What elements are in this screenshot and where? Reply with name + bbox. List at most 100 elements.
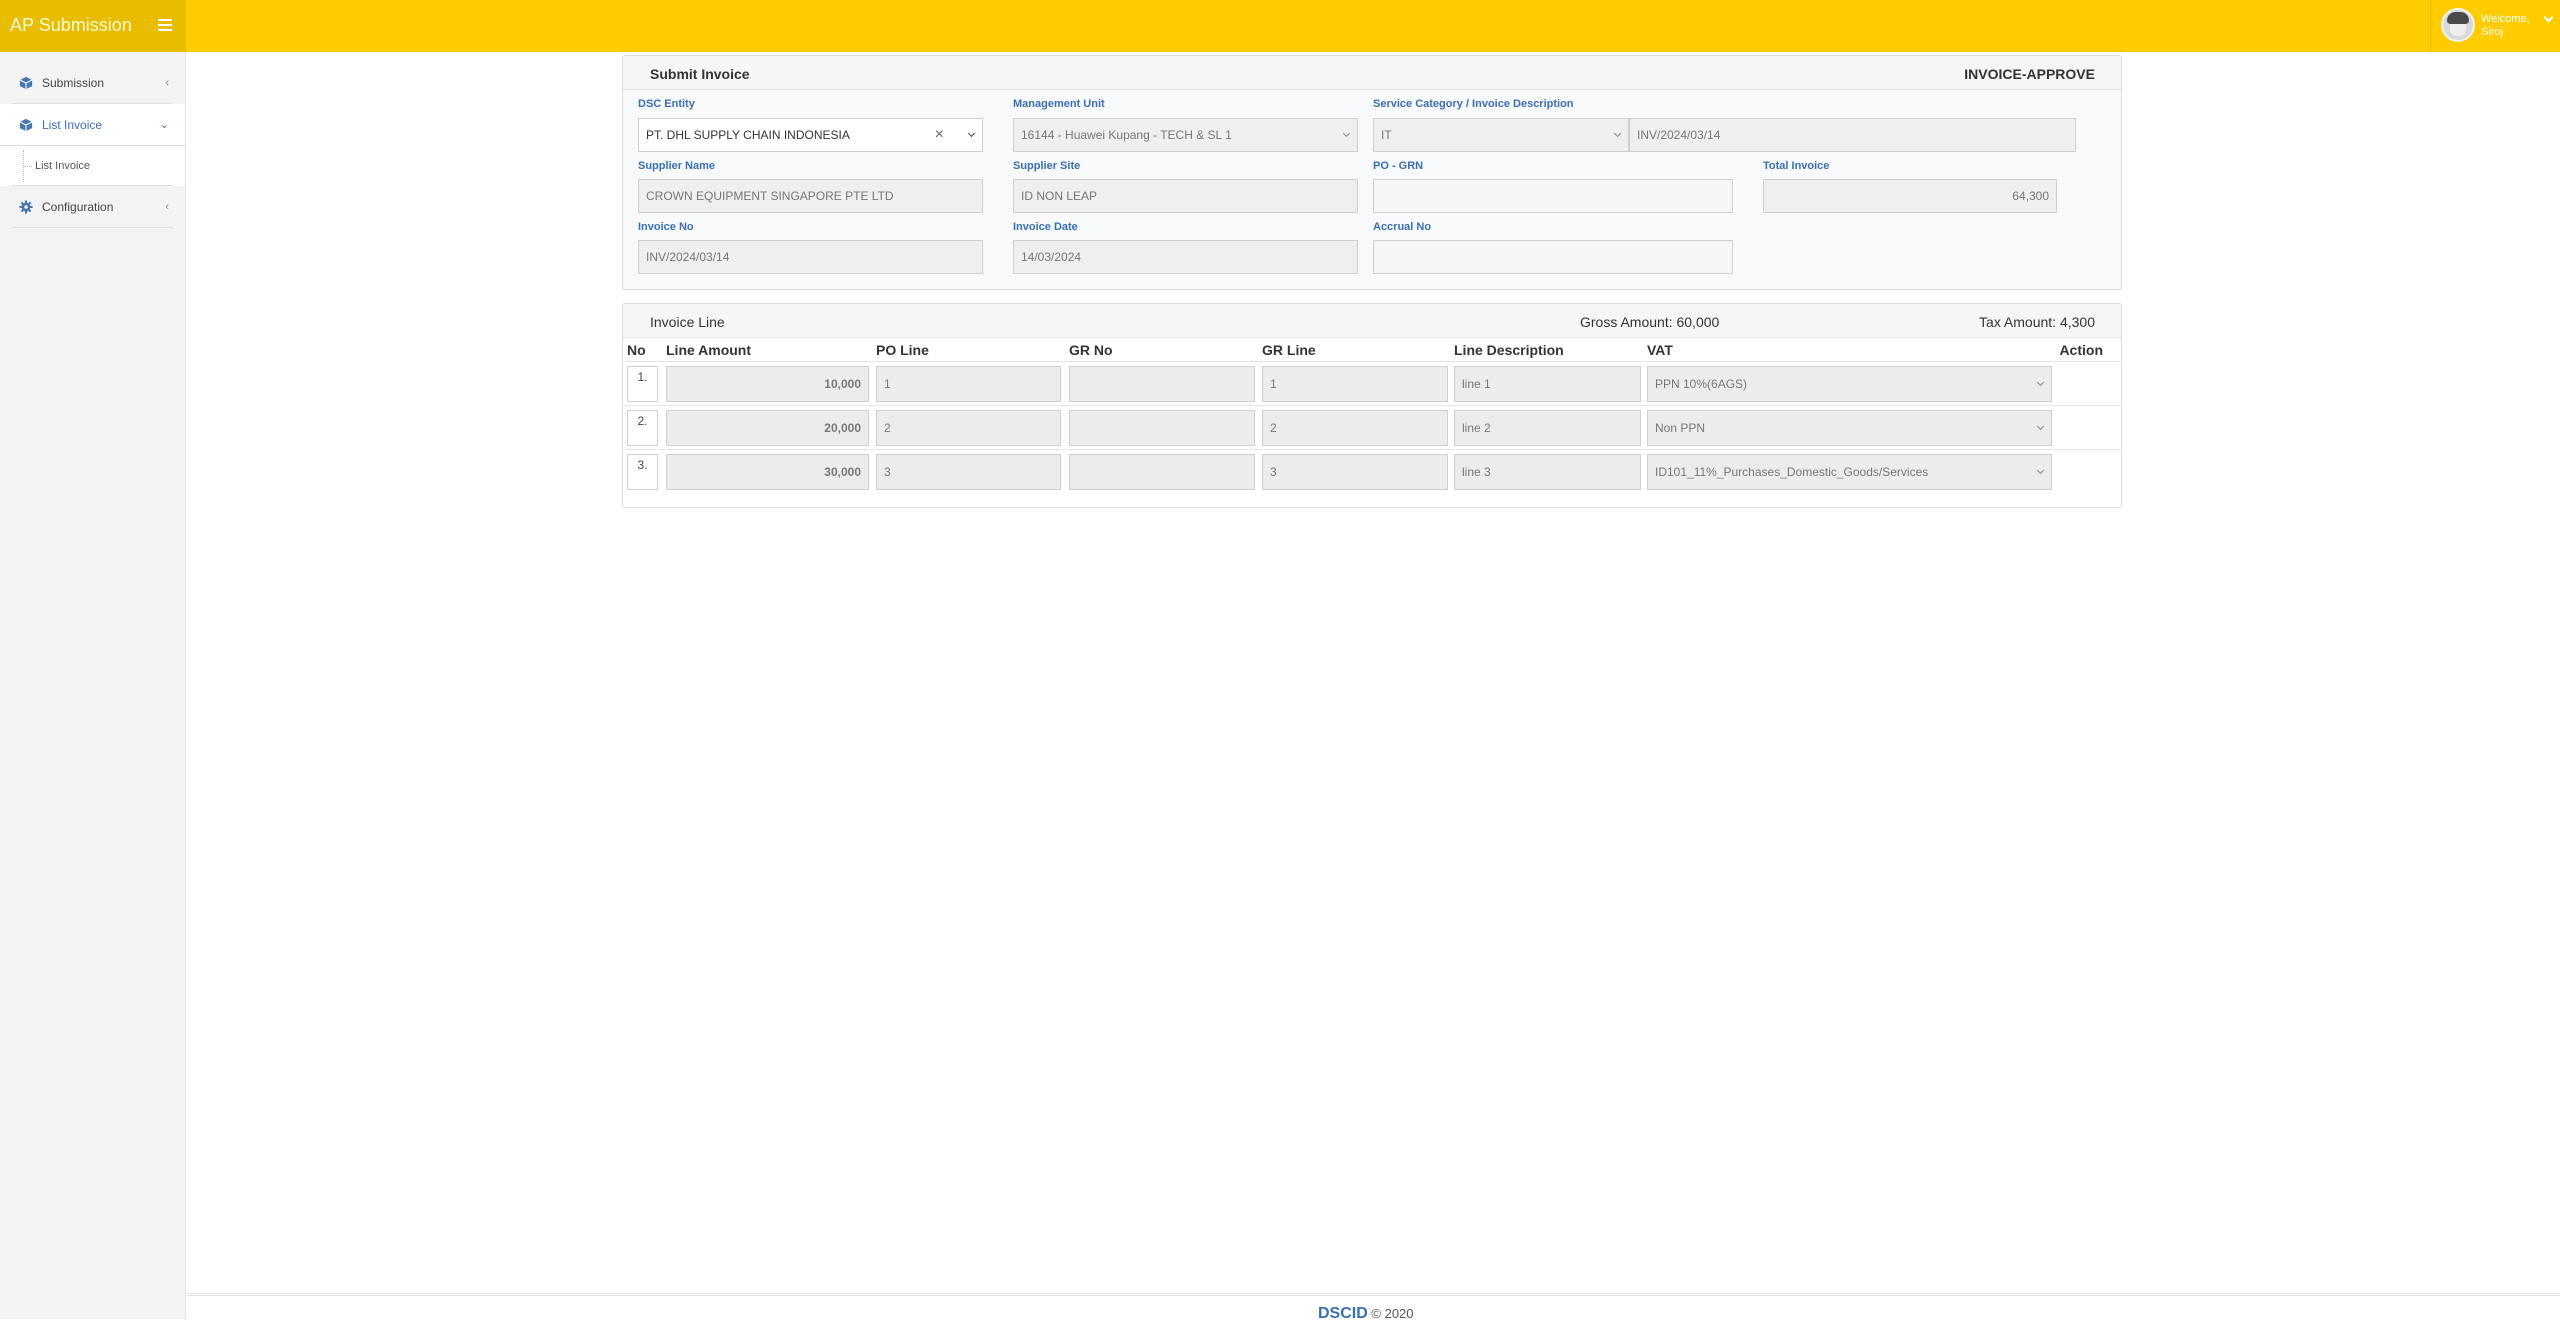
sidebar-subitem-label: List Invoice [35,160,91,172]
dsc-entity-label: DSC Entity [638,98,695,110]
hamburger-icon[interactable] [158,19,172,31]
sidebar-item-label: Configuration [42,200,114,214]
sidebar-item-label: List Invoice [42,118,103,132]
sidebar-item-submission[interactable]: Submission ‹ [0,62,185,104]
chevron-down-icon [2036,466,2045,475]
line-description-input[interactable]: line 1 [1454,366,1641,402]
sidebar-subitem-list-invoice[interactable]: List Invoice [0,146,185,186]
user-welcome: Welcome, Siroj [2481,13,2530,39]
po-line-input[interactable]: 2 [876,410,1061,446]
invoice-date-input[interactable]: 14/03/2024 [1013,240,1358,274]
vat-value: ID101_11%_Purchases_Domestic_Goods/Servi… [1655,465,1929,479]
welcome-text: Welcome, [2481,13,2530,25]
user-avatar-icon [2441,8,2475,42]
vat-select[interactable]: ID101_11%_Purchases_Domestic_Goods/Servi… [1647,454,2052,490]
gr-line-input[interactable]: 3 [1262,454,1448,490]
po-grn-label: PO - GRN [1373,160,1424,172]
dsc-entity-select[interactable]: PT. DHL SUPPLY CHAIN INDONESIA × [638,118,983,152]
po-line-input[interactable]: 3 [876,454,1061,490]
panel-header: Submit Invoice INVOICE-APPROVE [623,56,2121,90]
user-name: Siroj [2481,26,2504,38]
clear-icon[interactable]: × [935,119,944,151]
supplier-site-value: ID NON LEAP [1021,189,1098,203]
accrual-no-label: Accrual No [1373,221,1432,233]
supplier-site-label: Supplier Site [1013,160,1081,172]
footer-divider [187,1293,2560,1296]
service-category-label: Service Category / Invoice Description [1373,98,1574,110]
column-header-action: Action [2059,342,2103,358]
invoice-date-value: 14/03/2024 [1021,250,1082,264]
management-unit-value: 16144 - Huawei Kupang - TECH & SL 1 [1021,128,1232,142]
sidebar-item-label: Submission [42,76,105,90]
total-invoice-input[interactable]: 64,300 [1763,179,2057,213]
po-line-input[interactable]: 1 [876,366,1061,402]
table-row: 2. 20,000 2 2 line 2 Non PPN [623,406,2121,450]
table-row: 3. 30,000 3 3 line 3 ID101_11%_Purchases… [623,450,2121,494]
invoice-line-table: No Line Amount PO Line GR No GR Line Lin… [623,338,2121,504]
service-category-value: IT [1381,128,1392,142]
service-category-select[interactable]: IT [1373,118,1629,152]
supplier-name-input[interactable]: CROWN EQUIPMENT SINGAPORE PTE LTD [638,179,983,213]
sidebar-item-configuration[interactable]: Configuration ‹ [0,186,185,228]
cube-icon [19,118,33,132]
app-title: AP Submission [10,15,132,35]
chevron-down-icon [2036,378,2045,387]
total-invoice-value: 64,300 [2012,189,2049,203]
column-header-vat: VAT [1647,342,1673,358]
invoice-no-input[interactable]: INV/2024/03/14 [638,240,983,274]
gr-no-input[interactable] [1069,366,1255,402]
vat-value: Non PPN [1655,421,1706,435]
column-header-no: No [627,342,646,358]
chevron-down-icon [967,129,976,138]
vat-value: PPN 10%(6AGS) [1655,377,1748,391]
chevron-left-icon: ‹ [165,77,169,89]
management-unit-select[interactable]: 16144 - Huawei Kupang - TECH & SL 1 [1013,118,1358,152]
line-description-input[interactable]: line 3 [1454,454,1641,490]
supplier-site-input[interactable]: ID NON LEAP [1013,179,1358,213]
accrual-no-input[interactable] [1373,240,1733,274]
chevron-down-icon [2036,422,2045,431]
row-number: 3. [627,454,658,490]
chevron-down-icon [1613,129,1622,138]
invoice-description-value: INV/2024/03/14 [1637,128,1721,142]
gear-icon [19,200,33,214]
invoice-line-panel: Invoice Line Gross Amount: 60,000 Tax Am… [622,303,2122,508]
line-amount-input[interactable]: 10,000 [666,366,869,402]
chevron-left-icon: ‹ [165,201,169,213]
chevron-down-icon [1342,129,1351,138]
chevron-down-icon[interactable] [2543,12,2554,23]
line-amount-input[interactable]: 30,000 [666,454,869,490]
gr-line-input[interactable]: 2 [1262,410,1448,446]
sidebar-item-list-invoice[interactable]: List Invoice ⌄ [0,104,185,146]
table-row: 1. 10,000 1 1 line 1 PPN 10%(6AGS) [623,362,2121,406]
dsc-entity-value: PT. DHL SUPPLY CHAIN INDONESIA [646,128,850,142]
status-badge: INVOICE-APPROVE [1964,66,2095,82]
gr-no-input[interactable] [1069,410,1255,446]
chevron-down-icon: ⌄ [159,119,169,131]
supplier-name-label: Supplier Name [638,160,716,172]
footer-brand-link[interactable]: DSCID [1318,1305,1368,1322]
cube-icon [19,76,33,90]
invoice-no-value: INV/2024/03/14 [646,250,730,264]
invoice-description-input[interactable]: INV/2024/03/14 [1629,118,2076,152]
footer: DSCID © 2020 [1318,1305,1414,1323]
submit-invoice-panel: Submit Invoice INVOICE-APPROVE DSC Entit… [622,55,2122,290]
line-amount-input[interactable]: 20,000 [666,410,869,446]
vat-select[interactable]: Non PPN [1647,410,2052,446]
gr-no-input[interactable] [1069,454,1255,490]
vat-select[interactable]: PPN 10%(6AGS) [1647,366,2052,402]
total-invoice-label: Total Invoice [1763,160,1830,172]
management-unit-label: Management Unit [1013,98,1105,110]
po-grn-input[interactable] [1373,179,1733,213]
column-header-line-description: Line Description [1454,342,1564,358]
gr-line-input[interactable]: 1 [1262,366,1448,402]
line-description-input[interactable]: line 2 [1454,410,1641,446]
brand-area: AP Submission [0,0,186,52]
tax-amount: Tax Amount: 4,300 [1979,314,2095,330]
gross-amount: Gross Amount: 60,000 [1580,314,1720,330]
user-menu[interactable]: Welcome, Siroj [2430,0,2560,52]
column-header-po-line: PO Line [876,342,929,358]
row-number: 1. [627,366,658,402]
row-number: 2. [627,410,658,446]
top-header: AP Submission Welcome, Siroj [0,0,2560,52]
